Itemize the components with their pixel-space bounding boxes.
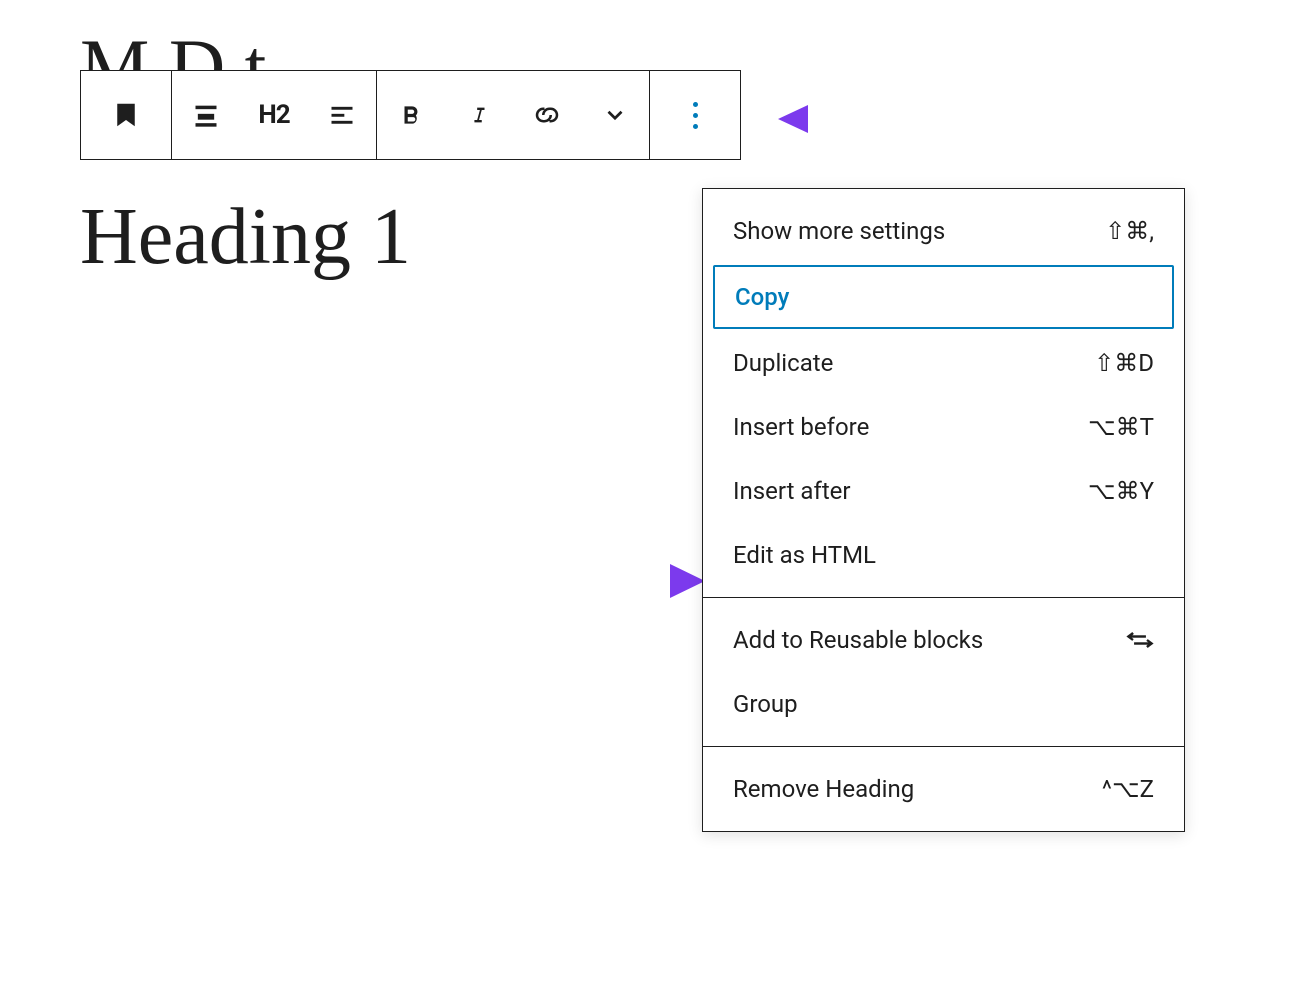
align-center-icon: [192, 101, 220, 129]
menu-item-insert-after[interactable]: Insert after ⌥⌘Y: [703, 459, 1184, 523]
block-options-dropdown: Show more settings ⇧⌘, Copy Duplicate ⇧⌘…: [702, 188, 1185, 832]
chevron-down-icon: [602, 102, 628, 128]
bold-icon: [398, 102, 424, 128]
heading-block-content[interactable]: Heading 1: [80, 192, 411, 283]
dropdown-section-1: Show more settings ⇧⌘, Copy Duplicate ⇧⌘…: [703, 189, 1184, 598]
heading-level-label: H2: [258, 100, 289, 130]
menu-item-shortcut: ^⌥Z: [1102, 775, 1154, 803]
heading-bookmark-icon: [111, 100, 141, 130]
menu-item-duplicate[interactable]: Duplicate ⇧⌘D: [703, 331, 1184, 395]
more-vertical-icon: [693, 102, 698, 129]
editor-canvas: M D t H2: [0, 0, 1298, 30]
menu-item-label: Duplicate: [733, 349, 833, 377]
menu-item-shortcut: ⌥⌘Y: [1088, 477, 1154, 505]
italic-button[interactable]: [445, 71, 513, 159]
menu-item-insert-before[interactable]: Insert before ⌥⌘T: [703, 395, 1184, 459]
menu-item-copy[interactable]: Copy: [713, 265, 1174, 329]
bold-button[interactable]: [377, 71, 445, 159]
menu-item-shortcut: ⇧⌘,: [1105, 217, 1154, 245]
align-left-icon: [328, 101, 356, 129]
menu-item-label: Edit as HTML: [733, 541, 876, 569]
toolbar-group-block-type: [81, 71, 172, 159]
menu-item-add-to-reusable[interactable]: Add to Reusable blocks: [703, 608, 1184, 672]
menu-item-label: Insert before: [733, 413, 869, 441]
link-button[interactable]: [513, 71, 581, 159]
menu-item-edit-as-html[interactable]: Edit as HTML: [703, 523, 1184, 587]
menu-item-label: Show more settings: [733, 217, 945, 245]
menu-item-show-more-settings[interactable]: Show more settings ⇧⌘,: [703, 199, 1184, 263]
toolbar-group-heading-settings: H2: [172, 71, 377, 159]
annotation-arrow-1: [778, 90, 878, 148]
link-icon: [532, 100, 562, 130]
dropdown-section-2: Add to Reusable blocks Group: [703, 598, 1184, 747]
text-align-button[interactable]: [308, 71, 376, 159]
heading-level-button[interactable]: H2: [240, 71, 308, 159]
toolbar-group-more: [650, 71, 740, 159]
block-type-button[interactable]: [81, 71, 171, 159]
more-options-button[interactable]: [650, 71, 740, 159]
annotation-arrow-2: [565, 552, 705, 610]
toolbar-group-formatting: [377, 71, 650, 159]
menu-item-label: Add to Reusable blocks: [733, 626, 983, 654]
italic-icon: [468, 102, 490, 128]
menu-item-group[interactable]: Group: [703, 672, 1184, 736]
menu-item-remove-heading[interactable]: Remove Heading ^⌥Z: [703, 757, 1184, 821]
block-toolbar: H2: [80, 70, 741, 160]
menu-item-label: Group: [733, 690, 798, 718]
menu-item-label: Insert after: [733, 477, 851, 505]
block-align-button[interactable]: [172, 71, 240, 159]
menu-item-shortcut: ⇧⌘D: [1094, 349, 1154, 377]
reusable-blocks-icon: [1126, 626, 1154, 654]
more-formatting-button[interactable]: [581, 71, 649, 159]
menu-item-shortcut: ⌥⌘T: [1088, 413, 1154, 441]
menu-item-label: Copy: [735, 283, 789, 311]
dropdown-section-3: Remove Heading ^⌥Z: [703, 747, 1184, 831]
menu-item-label: Remove Heading: [733, 775, 914, 803]
